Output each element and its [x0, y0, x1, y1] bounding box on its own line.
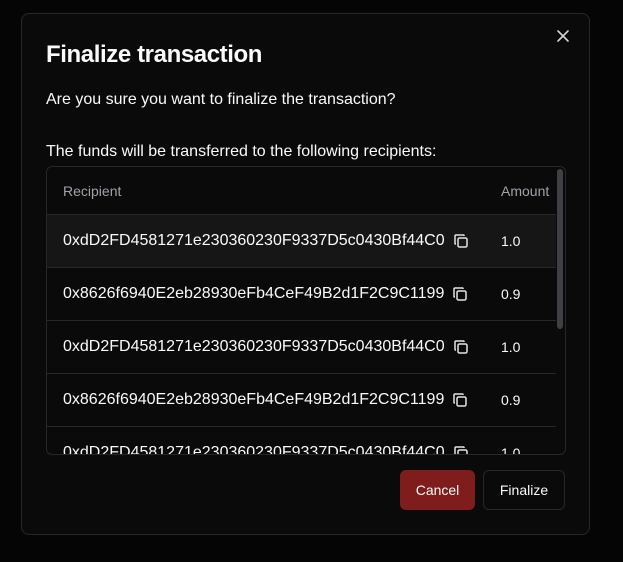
dialog-funds-text: The funds will be transferred to the fol…	[46, 143, 437, 160]
dialog-question: Are you sure you want to finalize the tr…	[46, 91, 396, 108]
dialog-title: Finalize transaction	[46, 41, 263, 68]
finalize-transaction-dialog: Finalize transaction Are you sure you wa…	[21, 13, 590, 535]
copy-icon	[453, 340, 468, 354]
amount-cell: 0.9	[501, 392, 521, 408]
recipient-address: 0xdD2FD4581271e230360230F9337D5c0430Bf44…	[63, 338, 445, 355]
recipient-cell: 0x8626f6940E2eb28930eFb4CeF49B2d1F2C9C11…	[47, 391, 485, 409]
recipients-table-body: Recipient Amount 0xdD2FD4581271e23036023…	[47, 167, 556, 455]
recipient-address: 0x8626f6940E2eb28930eFb4CeF49B2d1F2C9C11…	[63, 285, 445, 302]
copy-icon	[453, 234, 468, 248]
scrollbar-thumb[interactable]	[557, 169, 563, 329]
recipient-address: 0xdD2FD4581271e230360230F9337D5c0430Bf44…	[63, 232, 445, 249]
column-header-recipient: Recipient	[63, 182, 122, 199]
copy-address-button[interactable]	[452, 392, 468, 408]
copy-icon	[453, 287, 468, 301]
recipient-cell: 0xdD2FD4581271e230360230F9337D5c0430Bf44…	[47, 338, 485, 356]
recipient-cell: 0xdD2FD4581271e230360230F9337D5c0430Bf44…	[47, 232, 485, 250]
finalize-button[interactable]: Finalize	[483, 470, 565, 510]
copy-address-button[interactable]	[453, 233, 469, 249]
copy-icon	[453, 446, 468, 454]
recipient-cell: 0xdD2FD4581271e230360230F9337D5c0430Bf44…	[47, 444, 485, 455]
amount-cell: 0.9	[501, 286, 521, 302]
table-row: 0xdD2FD4581271e230360230F9337D5c0430Bf44…	[47, 427, 556, 455]
close-icon	[556, 29, 570, 48]
table-row: 0xdD2FD4581271e230360230F9337D5c0430Bf44…	[47, 215, 556, 268]
amount-cell: 1.0	[501, 445, 521, 455]
copy-icon	[453, 393, 468, 407]
amount-cell: 1.0	[501, 233, 521, 249]
copy-address-button[interactable]	[453, 339, 469, 355]
table-row: 0x8626f6940E2eb28930eFb4CeF49B2d1F2C9C11…	[47, 268, 556, 321]
close-button[interactable]	[553, 28, 573, 48]
table-row: 0x8626f6940E2eb28930eFb4CeF49B2d1F2C9C11…	[47, 374, 556, 427]
table-header: Recipient Amount	[47, 167, 556, 215]
cancel-button[interactable]: Cancel	[400, 470, 475, 510]
copy-address-button[interactable]	[453, 445, 469, 454]
column-header-amount: Amount	[501, 182, 550, 199]
copy-address-button[interactable]	[452, 286, 468, 302]
recipients-table[interactable]: Recipient Amount 0xdD2FD4581271e23036023…	[46, 166, 566, 455]
recipient-cell: 0x8626f6940E2eb28930eFb4CeF49B2d1F2C9C11…	[47, 285, 485, 303]
table-scrollbar[interactable]	[554, 167, 565, 454]
table-row: 0xdD2FD4581271e230360230F9337D5c0430Bf44…	[47, 321, 556, 374]
recipient-address: 0xdD2FD4581271e230360230F9337D5c0430Bf44…	[63, 444, 445, 455]
recipient-address: 0x8626f6940E2eb28930eFb4CeF49B2d1F2C9C11…	[63, 391, 445, 408]
amount-cell: 1.0	[501, 339, 521, 355]
